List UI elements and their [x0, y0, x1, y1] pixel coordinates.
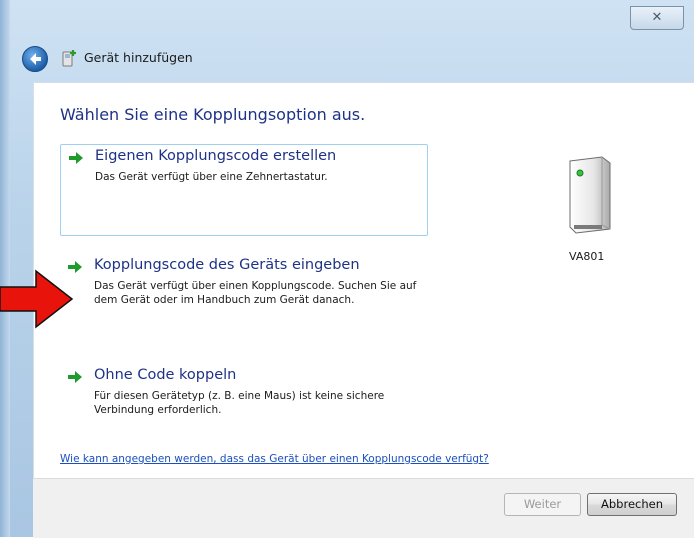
option-title: Ohne Code koppeln: [94, 367, 237, 383]
window-title: Gerät hinzufügen: [84, 50, 193, 65]
option-title: Kopplungscode des Geräts eingeben: [94, 257, 360, 273]
option-title: Eigenen Kopplungscode erstellen: [95, 148, 337, 164]
wizard-content: Wählen Sie eine Kopplungsoption aus. Eig…: [33, 82, 694, 479]
option-description: Für diesen Gerätetyp (z. B. eine Maus) i…: [94, 390, 385, 416]
option-create-code[interactable]: Eigenen Kopplungscode erstellen Das Gerä…: [60, 144, 428, 236]
green-arrow-icon: [68, 371, 82, 383]
option-enter-device-code[interactable]: Kopplungscode des Geräts eingeben Das Ge…: [60, 254, 428, 330]
red-arrow-icon: [0, 269, 74, 329]
option-pair-without-code[interactable]: Ohne Code koppeln Für diesen Gerätetyp (…: [60, 364, 428, 428]
back-button[interactable]: [22, 46, 48, 72]
next-button[interactable]: Weiter: [504, 493, 581, 516]
back-arrow-icon: [30, 53, 41, 65]
wizard-header: Gerät hinzufügen: [10, 34, 694, 82]
window-frame: ✕ Gerät hinzufügen Wählen Sie eine Koppl…: [0, 0, 694, 538]
add-device-icon: [62, 50, 76, 67]
green-arrow-icon: [69, 152, 83, 164]
close-button[interactable]: ✕: [630, 6, 684, 30]
wizard-footer: Weiter Abbrechen: [33, 478, 694, 538]
option-description: Das Gerät verfügt über eine Zehnertastat…: [95, 171, 328, 183]
option-description: Das Gerät verfügt über einen Kopplungsco…: [94, 280, 417, 306]
page-heading: Wählen Sie eine Kopplungsoption aus.: [60, 105, 366, 124]
device-name: VA801: [569, 250, 605, 263]
help-link[interactable]: Wie kann angegeben werden, dass das Gerä…: [60, 453, 489, 465]
device-tower-icon: [569, 156, 611, 234]
cancel-button[interactable]: Abbrechen: [587, 493, 677, 516]
